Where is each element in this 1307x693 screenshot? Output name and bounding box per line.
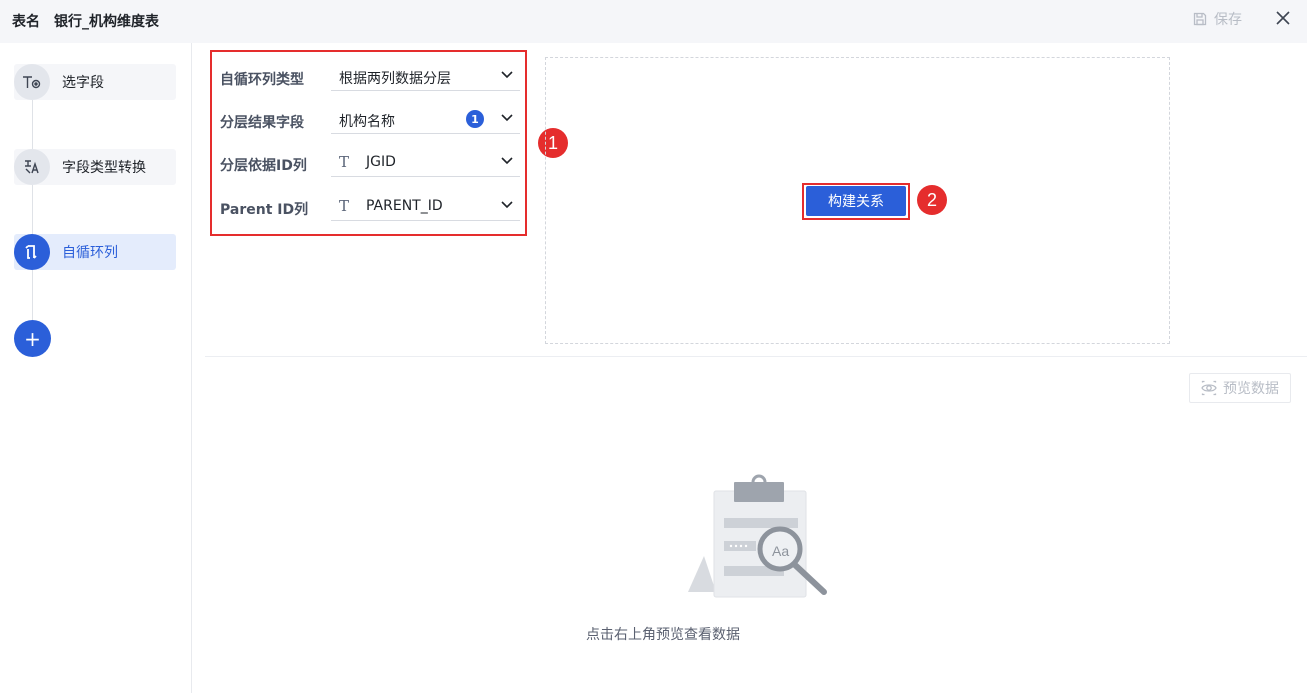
chevron-down-icon xyxy=(501,201,513,209)
config-row-loop-type: 自循环列类型 根据两列数据分层 xyxy=(220,57,523,93)
select-value: JGID xyxy=(366,154,396,170)
plus-icon: + xyxy=(24,326,41,351)
select-value: 机构名称 xyxy=(339,114,395,130)
empty-state-message: 点击右上角预览查看数据 xyxy=(586,627,740,643)
section-divider xyxy=(205,356,1307,357)
annotation-badge-2: 2 xyxy=(917,185,947,215)
select-value: PARENT_ID xyxy=(366,198,443,214)
step-select-fields[interactable]: 选字段 xyxy=(14,64,176,100)
empty-state-text: 点击右上角预览查看数据 xyxy=(0,624,1307,644)
config-row-result-field: 分层结果字段 机构名称 1 xyxy=(220,100,523,136)
chevron-down-icon xyxy=(501,71,513,79)
preview-label: 预览数据 xyxy=(1223,381,1279,397)
step-label: 选字段 xyxy=(62,75,104,91)
self-loop-icon xyxy=(14,234,50,270)
type-convert-icon xyxy=(14,149,50,185)
field-label: Parent ID列 xyxy=(220,202,309,218)
text-type-icon: T xyxy=(339,197,350,215)
selected-count-badge: 1 xyxy=(466,110,484,128)
table-name: 银行_机构维度表 xyxy=(54,14,159,30)
eye-icon xyxy=(1201,380,1217,396)
step-self-loop[interactable]: 自循环列 xyxy=(14,234,176,270)
loop-type-select[interactable]: 根据两列数据分层 xyxy=(331,57,520,91)
table-label: 表名 xyxy=(12,14,40,30)
select-value: 根据两列数据分层 xyxy=(339,71,451,87)
step-type-convert[interactable]: 字段类型转换 xyxy=(14,149,176,185)
chevron-down-icon xyxy=(501,157,513,165)
save-icon xyxy=(1193,12,1207,26)
field-label: 分层依据ID列 xyxy=(220,158,307,174)
config-row-id-column: 分层依据ID列 T JGID xyxy=(220,143,523,179)
config-row-parent-id: Parent ID列 T PARENT_ID xyxy=(220,187,523,223)
save-label: 保存 xyxy=(1214,12,1242,28)
loop-config-panel: 自循环列类型 根据两列数据分层 分层结果字段 机构名称 1 分层依据ID列 T … xyxy=(210,50,527,236)
step-label: 字段类型转换 xyxy=(62,160,146,176)
steps-connector xyxy=(32,98,33,338)
chevron-down-icon xyxy=(501,114,513,122)
parent-id-select[interactable]: T PARENT_ID xyxy=(331,187,520,221)
empty-clipboard-illustration: Aa xyxy=(688,474,827,598)
save-button[interactable]: 保存 xyxy=(1192,8,1242,30)
text-type-icon: T xyxy=(339,153,350,171)
preview-data-button[interactable]: 预览数据 xyxy=(1189,373,1291,403)
close-icon[interactable] xyxy=(1273,8,1293,28)
add-step-button[interactable]: + xyxy=(14,320,51,357)
field-label: 分层结果字段 xyxy=(220,115,304,131)
svg-text:Aa: Aa xyxy=(772,543,789,559)
step-label: 自循环列 xyxy=(62,245,118,261)
dialog-header: 表名 银行_机构维度表 保存 xyxy=(0,0,1307,43)
field-label: 自循环列类型 xyxy=(220,72,304,88)
build-relation-button[interactable]: 构建关系 xyxy=(806,186,906,216)
steps-sidebar: 选字段 字段类型转换 自循环列 + xyxy=(0,43,192,693)
text-field-icon xyxy=(14,64,50,100)
id-column-select[interactable]: T JGID xyxy=(331,143,520,177)
result-field-select[interactable]: 机构名称 1 xyxy=(331,100,520,134)
